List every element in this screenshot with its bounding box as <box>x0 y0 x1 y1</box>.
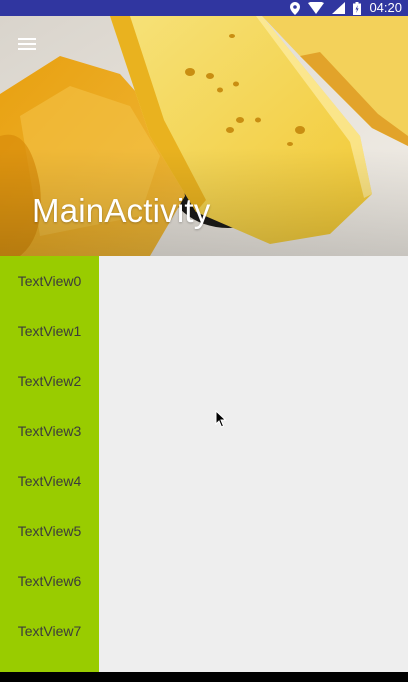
content-area <box>99 256 408 672</box>
list-item[interactable]: TextView2 <box>0 356 99 406</box>
status-icons: 04:20 <box>290 0 402 16</box>
menu-button[interactable] <box>14 34 40 56</box>
hamburger-menu-icon-line <box>18 48 36 50</box>
list-item[interactable]: TextView0 <box>0 256 99 306</box>
list-item[interactable]: TextView3 <box>0 406 99 456</box>
list-item[interactable]: TextView1 <box>0 306 99 356</box>
side-list: TextView0 TextView1 TextView2 TextView3 … <box>0 256 99 672</box>
status-bar: 04:20 <box>0 0 408 16</box>
hamburger-menu-icon <box>18 38 36 40</box>
wifi-icon <box>308 2 325 14</box>
status-clock: 04:20 <box>369 0 402 15</box>
navigation-bar <box>0 672 408 682</box>
list-item[interactable]: TextView4 <box>0 456 99 506</box>
list-item[interactable]: TextView6 <box>0 556 99 606</box>
mouse-cursor-icon <box>215 410 227 428</box>
app-bar: MainActivity <box>0 16 408 256</box>
signal-icon <box>332 2 346 14</box>
page-title: MainActivity <box>32 192 211 229</box>
battery-icon <box>353 1 362 15</box>
list-item[interactable]: TextView5 <box>0 506 99 556</box>
location-icon <box>290 1 301 15</box>
hamburger-menu-icon-line <box>18 43 36 45</box>
list-item[interactable]: TextView7 <box>0 606 99 656</box>
